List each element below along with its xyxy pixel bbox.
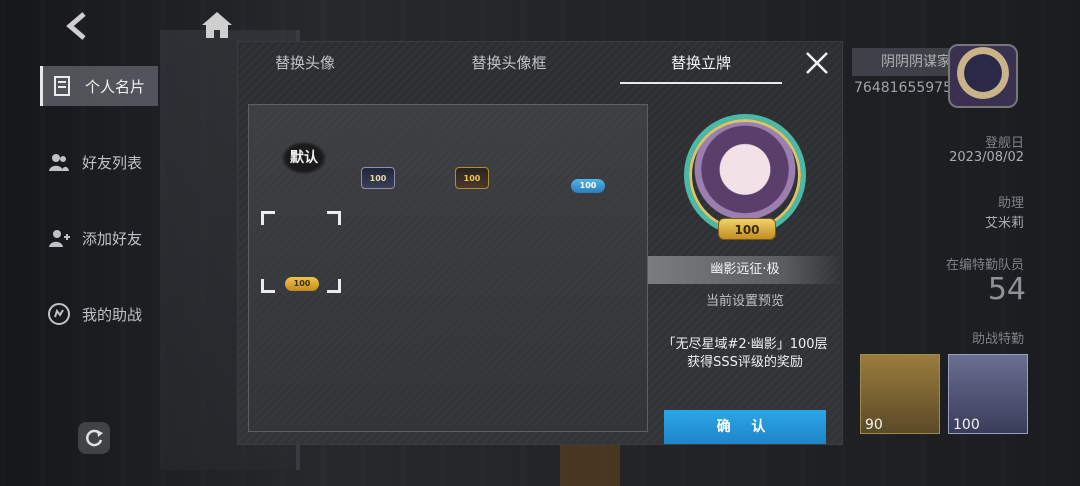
assist-card-level: 90: [865, 417, 883, 433]
login-date-label: 登舰日: [984, 136, 1024, 151]
tab-replace-avatar-frame[interactable]: 替换头像框: [424, 42, 594, 84]
team-count: 54: [987, 272, 1026, 307]
profile-panel: 阴阴阴谋家 76481655975 登舰日 2023/08/02 助理 艾米莉 …: [840, 44, 1080, 486]
confirm-button[interactable]: 确 认: [664, 410, 826, 444]
assistant-name: 艾米莉: [984, 216, 1024, 231]
side-item-label: 好友列表: [82, 153, 143, 172]
team-label: 在编特勤队员: [945, 258, 1024, 273]
login-date-value: 2023/08/02: [949, 150, 1024, 165]
plate-grid: 默认 100 100 100 100: [248, 104, 648, 432]
friends-icon: [46, 149, 72, 175]
assist-label: 助战特勤: [971, 332, 1024, 347]
selection-corner: [327, 279, 341, 293]
avatar[interactable]: [948, 44, 1018, 108]
preview-description: 「无尽星域#2·幽影」100层 获得SSS评级的奖励: [648, 336, 842, 372]
plate-preview: 100 幽影远征·极 当前设置预览 「无尽星域#2·幽影」100层 获得SSS评…: [648, 104, 842, 444]
tab-replace-plate[interactable]: 替换立牌: [620, 42, 782, 84]
selection-corner: [327, 211, 341, 225]
selection-corner: [261, 279, 275, 293]
plate-option[interactable]: 100: [455, 167, 489, 189]
assist-card[interactable]: 100: [948, 354, 1028, 434]
refresh-icon: [86, 429, 103, 447]
close-icon: [806, 52, 828, 74]
selection-corner: [261, 211, 275, 225]
side-menu: 个人名片 好友列表 添加好友 我的助战: [40, 66, 160, 370]
add-friend-icon: [46, 225, 72, 251]
id-card-icon: [49, 73, 75, 99]
preview-plate-name: 幽影远征·极: [648, 256, 842, 284]
back-button[interactable]: [60, 8, 96, 44]
refresh-button[interactable]: [78, 422, 110, 454]
preview-caption: 当前设置预览: [705, 294, 784, 309]
side-item-friends-list[interactable]: 好友列表: [40, 142, 160, 182]
preview-plate: 100: [718, 218, 776, 240]
replace-plate-modal: 替换头像 替换头像框 替换立牌 默认 100 100 100 100 100 幽…: [238, 42, 842, 444]
assist-card[interactable]: 90: [860, 354, 940, 434]
side-item-label: 个人名片: [85, 77, 146, 96]
home-button[interactable]: [200, 10, 234, 44]
side-item-my-assist[interactable]: 我的助战: [40, 294, 160, 334]
preview-desc-line: 获得SSS评级的奖励: [687, 355, 803, 370]
plate-option[interactable]: 100: [571, 179, 605, 193]
plate-option[interactable]: 100: [361, 167, 395, 189]
side-item-add-friend[interactable]: 添加好友: [40, 218, 160, 258]
close-button[interactable]: [804, 50, 830, 76]
assist-card-level: 100: [953, 417, 980, 433]
side-item-profile-card[interactable]: 个人名片: [40, 66, 158, 106]
back-arrow-icon: [66, 12, 86, 40]
default-plate-option[interactable]: 默认: [281, 141, 327, 175]
home-icon: [202, 12, 232, 38]
side-item-label: 添加好友: [82, 229, 143, 248]
side-item-label: 我的助战: [82, 305, 143, 324]
modal-tabs: 替换头像 替换头像框 替换立牌: [238, 42, 842, 84]
preview-desc-line: 「无尽星域#2·幽影」100层: [662, 337, 828, 352]
tab-replace-avatar[interactable]: 替换头像: [220, 42, 390, 84]
assistant-label: 助理: [997, 196, 1024, 211]
plate-option-selected[interactable]: 100: [285, 277, 319, 291]
assist-icon: [46, 301, 72, 327]
